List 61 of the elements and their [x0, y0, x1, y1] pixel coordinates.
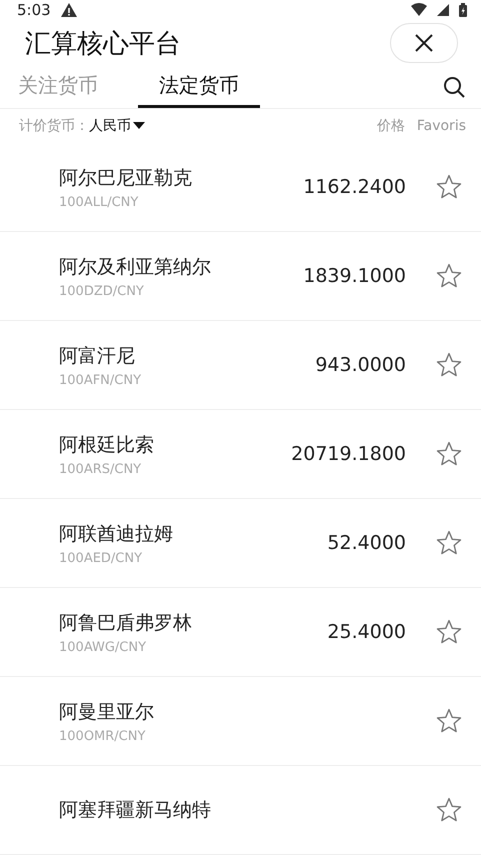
currency-row[interactable]: 阿塞拜疆新马纳特	[0, 766, 481, 855]
warning-icon	[60, 2, 77, 17]
tab[interactable]: 法定货币	[138, 66, 260, 108]
currency-pair: 100AED/CNY	[59, 550, 144, 566]
currency-name: 阿塞拜疆新马纳特	[59, 798, 212, 823]
currency-pair: 100AWG/CNY	[59, 640, 148, 654]
wifi-icon	[411, 3, 427, 16]
app-title: 汇算核心平台	[25, 28, 181, 61]
star-icon	[436, 174, 462, 200]
currency-pair: 100ARS/CNY	[59, 462, 142, 476]
search-button[interactable]	[443, 76, 465, 98]
favorite-button[interactable]	[436, 797, 462, 823]
currency-name: 阿联酋迪拉姆	[59, 522, 174, 546]
battery-icon	[459, 2, 467, 17]
currency-row[interactable]: 阿尔巴尼亚勒克 100ALL/CNY 1162.2400	[0, 143, 481, 232]
favorite-button[interactable]	[436, 619, 462, 645]
currency-dropdown[interactable]: 人民币	[89, 116, 145, 135]
currency-pair: 100OMR/CNY	[59, 728, 146, 744]
star-icon	[436, 530, 462, 556]
currency-name: 阿根廷比索	[59, 432, 155, 458]
favorites-column-header: Favoris	[416, 118, 466, 134]
currency-row[interactable]: 阿根廷比索 100ARS/CNY 20719.1800	[0, 410, 481, 499]
star-icon	[436, 352, 462, 378]
favorite-button[interactable]	[436, 174, 462, 200]
currency-pair: 100DZD/CNY	[59, 284, 145, 298]
search-icon	[443, 76, 465, 98]
currency-pair: 100AFN/CNY	[59, 372, 142, 388]
close-button[interactable]	[390, 23, 458, 64]
currency-name: 阿曼里亚尔	[59, 700, 155, 724]
star-icon	[436, 797, 462, 823]
favorite-button[interactable]	[436, 352, 462, 378]
currency-name: 阿尔及利亚第纳尔	[59, 254, 212, 280]
currency-pair: 100ALL/CNY	[59, 194, 140, 210]
currency-name: 阿尔巴尼亚勒克	[59, 166, 193, 190]
pricing-currency-label: 计价货币：	[19, 116, 89, 135]
star-icon	[436, 708, 462, 734]
favorite-button[interactable]	[436, 441, 462, 467]
favorite-button[interactable]	[436, 263, 462, 289]
currency-price: 943.0000	[315, 354, 406, 376]
currency-name: 阿富汗尼	[59, 344, 136, 368]
currency-row[interactable]: 阿尔及利亚第纳尔 100DZD/CNY 1839.1000	[0, 232, 481, 321]
currency-price: 1839.1000	[303, 265, 406, 287]
star-icon	[436, 263, 462, 289]
currency-price: 25.4000	[327, 621, 406, 643]
currency-price: 1162.2400	[303, 176, 406, 198]
currency-price: 20719.1800	[291, 443, 406, 465]
star-icon	[436, 619, 462, 645]
currency-row[interactable]: 阿富汗尼 100AFN/CNY 943.0000	[0, 321, 481, 410]
star-icon	[436, 441, 462, 467]
status-time: 5:03	[17, 0, 51, 19]
favorite-button[interactable]	[436, 530, 462, 556]
currency-row[interactable]: 阿联酋迪拉姆 100AED/CNY 52.4000	[0, 499, 481, 588]
close-icon	[414, 33, 434, 54]
currency-name: 阿鲁巴盾弗罗林	[59, 610, 193, 636]
caret-icon	[133, 122, 145, 130]
price-column-header: 价格	[376, 116, 405, 135]
currency-price: 52.4000	[327, 532, 406, 554]
signal-icon	[437, 4, 449, 16]
currency-row[interactable]: 阿鲁巴盾弗罗林 100AWG/CNY 25.4000	[0, 588, 481, 677]
currency-row[interactable]: 阿曼里亚尔 100OMR/CNY	[0, 677, 481, 766]
favorite-button[interactable]	[436, 708, 462, 734]
